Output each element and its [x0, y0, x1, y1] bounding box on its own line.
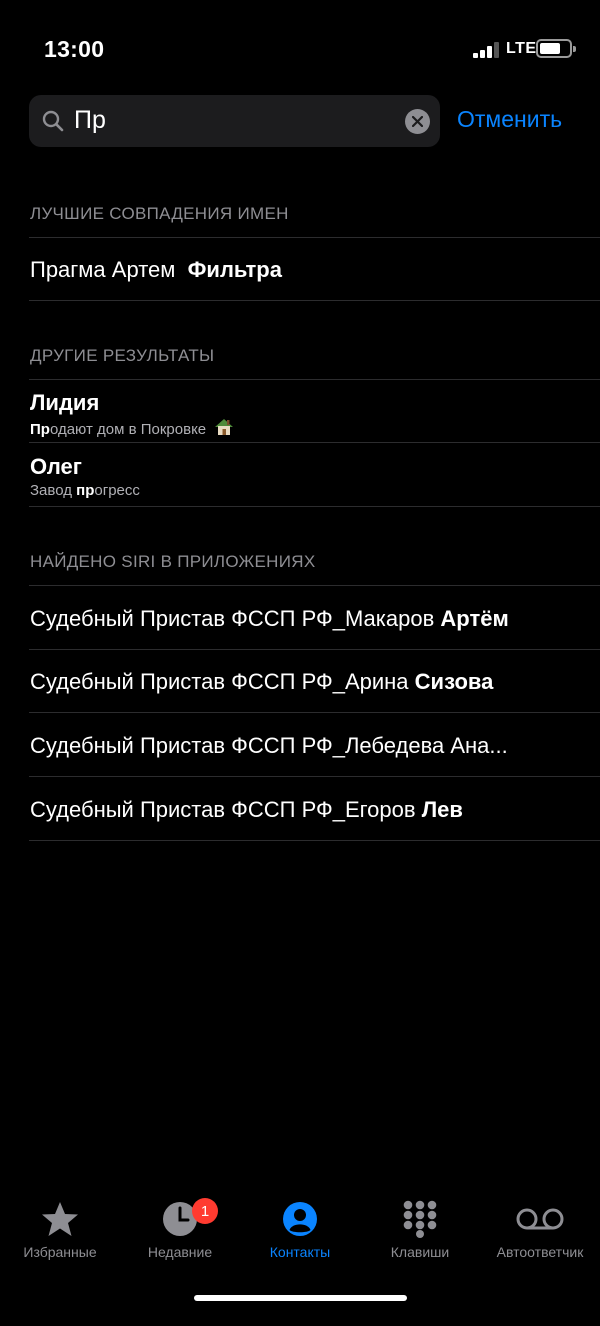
- tab-recents[interactable]: 1 Недавние: [120, 1190, 240, 1270]
- siri-contact-row[interactable]: Судебный Пристав ФССП РФ_Арина Сизова: [0, 650, 600, 712]
- home-indicator[interactable]: [194, 1295, 407, 1301]
- contact-name: Прагма Артем Фильтра: [30, 257, 282, 282]
- tab-label: Избранные: [23, 1244, 97, 1260]
- section-header-other-results: ДРУГИЕ РЕЗУЛЬТАТЫ: [30, 346, 215, 365]
- battery-icon: [536, 39, 576, 58]
- phone-screen: 13:00 LTE Пр Отменить ЛУЧШИЕ СОВПАДЕНИЯ …: [0, 0, 600, 1326]
- contact-name: Судебный Пристав ФССП РФ_Егоров Лев: [30, 797, 463, 822]
- star-icon: [42, 1202, 78, 1236]
- tab-contacts[interactable]: Контакты: [240, 1190, 360, 1270]
- house-emoji-icon: [215, 419, 234, 435]
- divider: [29, 300, 600, 301]
- tab-favorites[interactable]: Избранные: [0, 1190, 120, 1270]
- cancel-button[interactable]: Отменить: [457, 106, 562, 133]
- tab-voicemail[interactable]: Автоответчик: [480, 1190, 600, 1270]
- tab-label: Клавиши: [390, 1244, 450, 1260]
- siri-contact-row[interactable]: Судебный Пристав ФССП РФ_Макаров Артём: [0, 586, 600, 649]
- siri-contact-row[interactable]: Судебный Пристав ФССП РФ_Егоров Лев: [0, 777, 600, 840]
- contact-name: Олег: [30, 454, 82, 479]
- tab-label: Контакты: [269, 1244, 331, 1260]
- network-type: LTE: [506, 40, 537, 57]
- keypad-icon: [403, 1200, 437, 1238]
- status-bar: 13:00 LTE: [0, 0, 600, 96]
- tab-bar: Избранные 1 Недавние Контакты Клавиши Ав…: [0, 1190, 600, 1280]
- contact-name: Судебный Пристав ФССП РФ_Лебедева Ана...: [30, 733, 508, 758]
- divider: [29, 506, 600, 507]
- section-header-siri-found: НАЙДЕНО SIRI В ПРИЛОЖЕНИЯХ: [30, 552, 316, 571]
- contact-row-best-match[interactable]: Прагма Артем Фильтра: [0, 238, 600, 300]
- tab-label: Недавние: [147, 1244, 213, 1260]
- tab-label: Автоответчик: [496, 1244, 584, 1260]
- contact-note: Продают дом в Покровке: [30, 418, 234, 438]
- contact-row-lidia[interactable]: Лидия Продают дом в Покровке: [0, 380, 600, 442]
- tab-keypad[interactable]: Клавиши: [360, 1190, 480, 1270]
- voicemail-icon: [516, 1208, 564, 1230]
- contact-row-oleg[interactable]: Олег Завод прогресс: [0, 443, 600, 506]
- person-circle-icon: [283, 1202, 317, 1236]
- contact-note: Завод прогресс: [30, 482, 140, 499]
- status-time: 13:00: [44, 36, 105, 62]
- recents-badge: 1: [192, 1198, 218, 1224]
- divider: [29, 840, 600, 841]
- contact-name: Судебный Пристав ФССП РФ_Арина Сизова: [30, 669, 494, 694]
- siri-contact-row[interactable]: Судебный Пристав ФССП РФ_Лебедева Ана...: [0, 713, 600, 776]
- search-input[interactable]: Пр: [74, 106, 106, 135]
- contact-name: Лидия: [30, 390, 100, 415]
- search-icon: [42, 110, 64, 132]
- search-field[interactable]: Пр: [29, 95, 440, 147]
- clear-search-icon[interactable]: [405, 109, 430, 134]
- cellular-signal-icon: [473, 42, 503, 58]
- section-header-best-matches: ЛУЧШИЕ СОВПАДЕНИЯ ИМЕН: [30, 204, 289, 223]
- contact-name: Судебный Пристав ФССП РФ_Макаров Артём: [30, 606, 509, 631]
